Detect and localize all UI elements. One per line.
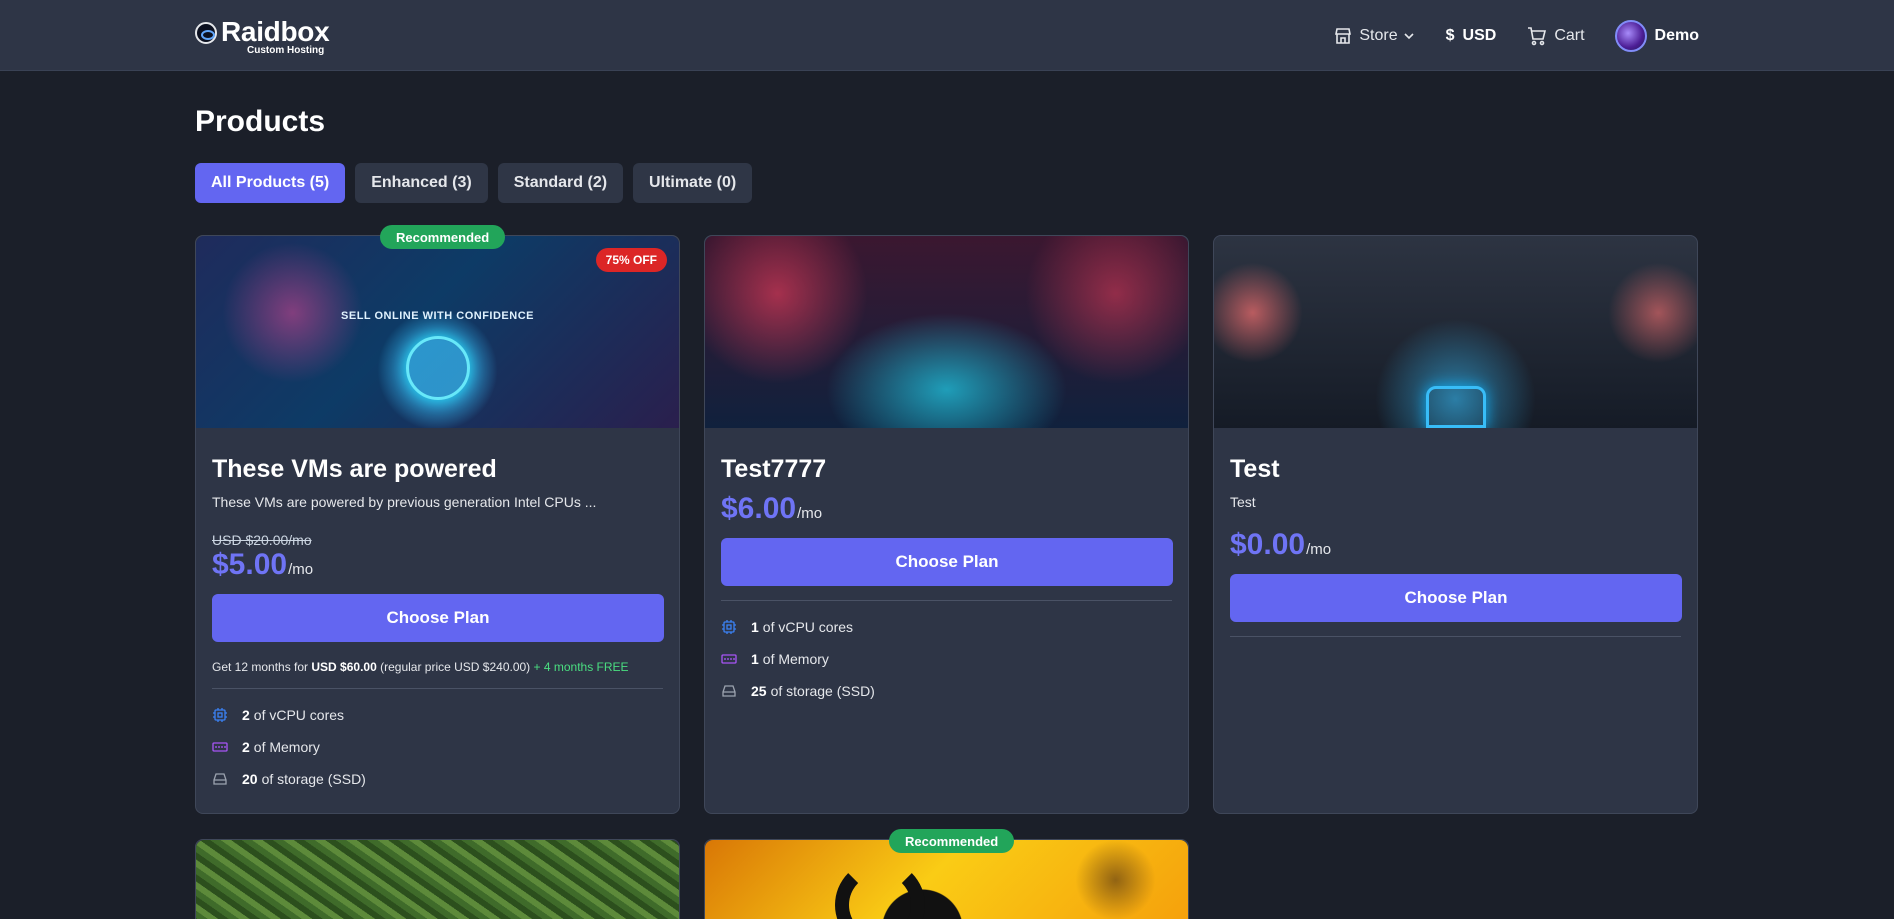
user-name: Demo <box>1654 27 1699 44</box>
spec-item: 20 of storage (SSD) <box>212 763 663 795</box>
spec-value: 20 <box>242 771 258 787</box>
divider <box>721 600 1172 601</box>
product-name: Test7777 <box>721 455 827 483</box>
original-price: USD $20.00/mo <box>212 532 312 548</box>
price-unit: /mo <box>288 561 314 578</box>
promo-regular: (regular price USD $240.00) <box>376 660 534 674</box>
filter-enhanced[interactable]: Enhanced (3) <box>355 163 488 203</box>
product-banner-image <box>196 840 679 919</box>
storage-icon <box>213 773 227 785</box>
spec-label: of Memory <box>253 739 320 755</box>
price-value: $6.00 <box>721 492 797 525</box>
product-banner-image <box>705 236 1188 428</box>
cpu-icon <box>722 620 736 634</box>
product-card <box>195 839 680 919</box>
banner-caption: SELL ONLINE WITH CONFIDENCE <box>341 310 534 322</box>
spec-label: of vCPU cores <box>762 619 854 635</box>
spec-label: of vCPU cores <box>253 707 345 723</box>
annual-promo: Get 12 months for USD $60.00 (regular pr… <box>212 660 663 674</box>
promo-free: + 4 months FREE <box>533 660 629 674</box>
storage-icon <box>722 685 736 697</box>
product-name: Test <box>1230 455 1280 483</box>
price-value: $0.00 <box>1230 528 1306 561</box>
product-card: Recommended <box>704 829 1189 919</box>
spec-label: of storage (SSD) <box>261 771 366 787</box>
brand-logo[interactable]: Raidbox Custom Hosting <box>195 16 330 56</box>
brand-name: Raidbox <box>221 16 330 47</box>
spec-list: 2 of vCPU cores 2 of Memory 20 of storage (… <box>212 699 663 795</box>
avatar <box>1614 20 1647 52</box>
top-navbar: Raidbox Custom Hosting Store $ USD Cart … <box>0 0 1894 71</box>
biohazard-graphic <box>835 860 925 919</box>
filter-ultimate[interactable]: Ultimate (0) <box>633 163 753 203</box>
recommended-badge: Recommended <box>889 829 1015 853</box>
product-card: Recommended SELL ONLINE WITH CONFIDENCE … <box>195 225 680 814</box>
memory-icon <box>721 654 737 664</box>
spec-value: 1 <box>751 651 759 667</box>
filter-all-products[interactable]: All Products (5) <box>195 163 346 203</box>
store-menu[interactable]: Store <box>1333 26 1415 46</box>
discount-badge: 75% OFF <box>595 248 667 272</box>
product-description: Test <box>1230 494 1256 510</box>
spec-item: 1 of vCPU cores <box>721 611 1172 643</box>
spec-label: of Memory <box>762 651 829 667</box>
cart-label: Cart <box>1554 27 1585 44</box>
spec-item: 2 of Memory <box>212 731 663 763</box>
product-card: Test7777 $6.00 /mo Choose Plan 1 of vCPU … <box>704 235 1189 814</box>
store-label: Store <box>1359 27 1398 44</box>
price-unit: /mo <box>797 505 823 522</box>
price-unit: /mo <box>1306 541 1332 558</box>
recommended-badge: Recommended <box>380 225 506 249</box>
currency-selector[interactable]: $ USD <box>1446 27 1497 45</box>
spec-value: 25 <box>751 683 767 699</box>
price-value: $5.00 <box>212 548 288 581</box>
choose-plan-button[interactable]: Choose Plan <box>721 538 1173 586</box>
spec-list: 1 of vCPU cores 1 of Memory 25 of storage (… <box>721 611 1172 707</box>
product-price: $5.00 /mo <box>212 548 663 582</box>
brand-tagline: Custom Hosting <box>247 45 325 56</box>
store-icon <box>1335 28 1352 44</box>
cpu-icon <box>213 708 227 722</box>
cart-link[interactable]: Cart <box>1526 25 1585 47</box>
spec-item: 2 of vCPU cores <box>212 699 663 731</box>
memory-icon <box>212 742 228 752</box>
logo-icon <box>195 22 217 44</box>
spec-label: of storage (SSD) <box>770 683 875 699</box>
product-card: Test Test $0.00 /mo Choose Plan <box>1213 235 1698 814</box>
main-nav: Store $ USD Cart Demo <box>1303 19 1699 53</box>
shield-graphic <box>1426 386 1486 428</box>
product-description: These VMs are powered by previous genera… <box>212 494 597 510</box>
promo-prefix: Get 12 months for <box>212 660 312 674</box>
category-filters: All Products (5) Enhanced (3) Standard (… <box>195 163 762 203</box>
cloud-cpu-graphic <box>406 336 470 400</box>
product-banner-image <box>1214 236 1697 428</box>
product-price: $6.00 /mo <box>721 492 1172 526</box>
spec-item: 1 of Memory <box>721 643 1172 675</box>
page-title: Products <box>195 105 326 138</box>
product-banner-image: SELL ONLINE WITH CONFIDENCE 75% OFF <box>196 236 679 428</box>
spec-value: 1 <box>751 619 759 635</box>
currency-label: USD <box>1462 27 1497 44</box>
user-menu[interactable]: Demo <box>1614 20 1699 52</box>
cart-icon <box>1528 27 1547 46</box>
divider <box>212 688 663 689</box>
choose-plan-button[interactable]: Choose Plan <box>212 594 664 642</box>
divider <box>1230 636 1681 637</box>
spec-value: 2 <box>242 739 250 755</box>
chevron-down-icon <box>1404 33 1414 40</box>
spec-value: 2 <box>242 707 250 723</box>
promo-price: USD $60.00 <box>311 660 377 674</box>
spec-item: 25 of storage (SSD) <box>721 675 1172 707</box>
choose-plan-button[interactable]: Choose Plan <box>1230 574 1682 622</box>
dollar-icon: $ <box>1445 27 1455 44</box>
product-price: $0.00 /mo <box>1230 528 1681 562</box>
filter-standard[interactable]: Standard (2) <box>497 163 624 203</box>
product-name: These VMs are powered <box>212 455 497 483</box>
